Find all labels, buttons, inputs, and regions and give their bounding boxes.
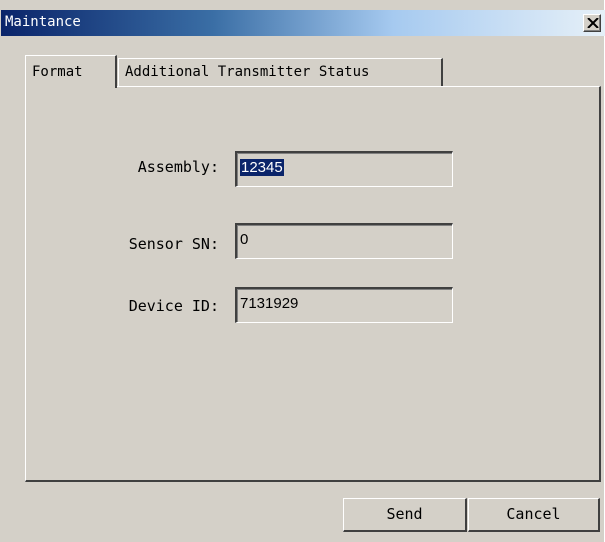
assembly-value: 12345 — [240, 159, 284, 176]
maintenance-dialog: Maintance Format Additional Transmitter … — [0, 0, 605, 542]
sensor-sn-label: Sensor SN: — [128, 235, 219, 253]
format-tab-panel: Assembly: 12345 Sensor SN: 0 Device ID: … — [25, 86, 601, 482]
title-bar[interactable]: Maintance — [1, 10, 605, 36]
tab-format[interactable]: Format — [25, 55, 117, 88]
device-id-value: 7131929 — [240, 295, 299, 312]
device-id-field[interactable]: 7131929 — [235, 287, 453, 323]
cancel-button[interactable]: Cancel — [468, 498, 600, 532]
assembly-label: Assembly: — [137, 158, 219, 176]
sensor-sn-field[interactable]: 0 — [235, 223, 453, 259]
close-x-icon — [587, 18, 599, 28]
window-title: Maintance — [5, 14, 81, 30]
sensor-sn-value: 0 — [240, 231, 249, 248]
send-button[interactable]: Send — [343, 498, 467, 532]
device-id-label: Device ID: — [128, 297, 219, 315]
tab-additional-transmitter-status[interactable]: Additional Transmitter Status — [118, 58, 443, 86]
assembly-field[interactable]: 12345 — [235, 151, 453, 187]
close-button[interactable] — [583, 14, 601, 32]
